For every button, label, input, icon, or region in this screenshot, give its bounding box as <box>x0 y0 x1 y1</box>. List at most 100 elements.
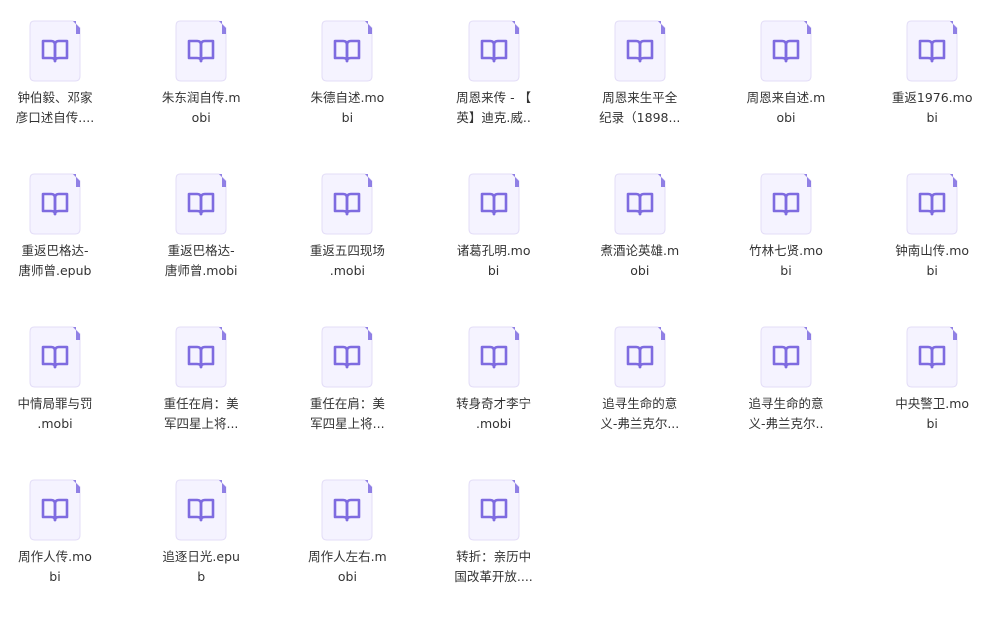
file-name: 竹林七贤.mo bi <box>736 241 836 281</box>
file-name-line-2: 军四星上将... <box>163 416 239 431</box>
file-name-line-2: 英】迪克.威.. <box>456 110 531 125</box>
file-name-line-1: 转身奇才李宁 <box>456 396 532 411</box>
file-name-line-1: 追寻生命的意 <box>748 396 824 411</box>
file-item-20[interactable]: 追寻生命的意 义-弗兰克尔.. <box>731 306 841 446</box>
ebook-file-icon <box>760 173 812 235</box>
ebook-file-icon <box>906 173 958 235</box>
ebook-file-icon <box>29 20 81 82</box>
file-name-line-1: 竹林七贤.mo <box>749 243 823 258</box>
file-name-line-2: .mobi <box>475 416 512 431</box>
file-item-5[interactable]: 周恩来生平全 纪录（1898... <box>585 0 695 140</box>
ebook-file-icon <box>468 20 520 82</box>
file-name-line-1: 重返五四现场 <box>309 243 385 258</box>
file-name-line-1: 追寻生命的意 <box>602 396 678 411</box>
file-name: 煮酒论英雄.m obi <box>590 241 690 281</box>
file-item-24[interactable]: 周作人左右.m obi <box>292 459 402 599</box>
file-name-line-1: 周恩来生平全 <box>602 90 678 105</box>
file-item-22[interactable]: 周作人传.mo bi <box>0 459 110 599</box>
file-item-9[interactable]: 重返巴格达- 唐师曾.mobi <box>146 153 256 293</box>
file-item-21[interactable]: 中央警卫.mo bi <box>877 306 987 446</box>
ebook-file-icon <box>175 20 227 82</box>
file-name-line-1: 追逐日光.epu <box>162 549 240 564</box>
file-name-line-2: obi <box>630 263 650 278</box>
file-name-line-2: 义-弗兰克尔... <box>600 416 680 431</box>
file-item-17[interactable]: 重任在肩：美 军四星上将... <box>292 306 402 446</box>
file-item-2[interactable]: 朱东润自传.m obi <box>146 0 256 140</box>
ebook-file-icon <box>614 326 666 388</box>
file-name-line-1: 重返巴格达- <box>167 243 235 258</box>
file-item-16[interactable]: 重任在肩：美 军四星上将... <box>146 306 256 446</box>
file-name-line-1: 中央警卫.mo <box>895 396 970 411</box>
ebook-file-icon <box>321 173 373 235</box>
file-item-11[interactable]: 诸葛孔明.mo bi <box>439 153 549 293</box>
ebook-file-icon <box>175 173 227 235</box>
file-item-15[interactable]: 中情局罪与罚 .mobi <box>0 306 110 446</box>
file-name: 朱德自述.mo bi <box>297 88 397 128</box>
file-name: 追寻生命的意 义-弗兰克尔.. <box>736 394 836 434</box>
file-name: 中情局罪与罚 .mobi <box>5 394 105 434</box>
file-name: 周恩来传 - 【 英】迪克.威.. <box>444 88 544 128</box>
ebook-file-icon <box>468 326 520 388</box>
file-name-line-2: 义-弗兰克尔.. <box>748 416 824 431</box>
file-item-4[interactable]: 周恩来传 - 【 英】迪克.威.. <box>439 0 549 140</box>
file-name-line-2: bi <box>487 263 500 278</box>
file-item-12[interactable]: 煮酒论英雄.m obi <box>585 153 695 293</box>
file-name: 钟伯毅、邓家 彦口述自传.... <box>5 88 105 128</box>
file-name: 重返五四现场 .mobi <box>297 241 397 281</box>
file-name: 追逐日光.epu b <box>151 547 251 587</box>
file-item-1[interactable]: 钟伯毅、邓家 彦口述自传.... <box>0 0 110 140</box>
file-item-6[interactable]: 周恩来自述.m obi <box>731 0 841 140</box>
file-name: 重任在肩：美 军四星上将... <box>151 394 251 434</box>
file-name: 重任在肩：美 军四星上将... <box>297 394 397 434</box>
file-name: 周作人传.mo bi <box>5 547 105 587</box>
file-name-line-2: bi <box>926 110 938 125</box>
file-name-line-2: 纪录（1898... <box>599 110 681 125</box>
file-name-line-2: 军四星上将... <box>310 416 385 431</box>
file-item-7[interactable]: 重返1976.mo bi <box>877 0 987 140</box>
ebook-file-icon <box>321 326 373 388</box>
file-item-23[interactable]: 追逐日光.epu b <box>146 459 256 599</box>
file-name: 周作人左右.m obi <box>297 547 397 587</box>
ebook-file-icon <box>614 173 666 235</box>
file-item-8[interactable]: 重返巴格达- 唐师曾.epub <box>0 153 110 293</box>
file-name: 重返巴格达- 唐师曾.epub <box>5 241 105 281</box>
file-name-line-2: 唐师曾.epub <box>18 263 92 278</box>
file-name-line-1: 朱东润自传.m <box>161 90 241 105</box>
file-name-line-1: 重任在肩：美 <box>163 396 239 411</box>
file-name-line-1: 重返1976.mo <box>891 90 973 105</box>
file-name-line-2: 唐师曾.mobi <box>164 263 238 278</box>
file-name-line-1: 转折：亲历中 <box>456 549 532 564</box>
ebook-file-icon <box>29 326 81 388</box>
file-name-line-2: .mobi <box>329 263 365 278</box>
file-name-line-1: 周作人左右.m <box>308 549 387 564</box>
ebook-file-icon <box>760 326 812 388</box>
file-grid: 钟伯毅、邓家 彦口述自传.... 朱东润自传.m obi 朱德自述.mo bi … <box>0 0 995 637</box>
file-item-13[interactable]: 竹林七贤.mo bi <box>731 153 841 293</box>
ebook-file-icon <box>468 479 520 541</box>
file-name-line-2: bi <box>926 263 938 278</box>
file-name-line-2: obi <box>191 110 211 125</box>
file-name-line-1: 重任在肩：美 <box>309 396 385 411</box>
ebook-file-icon <box>321 479 373 541</box>
file-name: 朱东润自传.m obi <box>151 88 251 128</box>
file-item-25[interactable]: 转折：亲历中 国改革开放.... <box>439 459 549 599</box>
file-item-3[interactable]: 朱德自述.mo bi <box>292 0 402 140</box>
file-name-line-2: bi <box>341 110 354 125</box>
file-name-line-2: b <box>197 569 206 584</box>
file-item-19[interactable]: 追寻生命的意 义-弗兰克尔... <box>585 306 695 446</box>
file-name-line-1: 煮酒论英雄.m <box>600 243 680 258</box>
file-name: 转身奇才李宁 .mobi <box>444 394 544 434</box>
file-name: 重返1976.mo bi <box>882 88 982 128</box>
file-item-10[interactable]: 重返五四现场 .mobi <box>292 153 402 293</box>
file-item-14[interactable]: 钟南山传.mo bi <box>877 153 987 293</box>
file-name-line-2: obi <box>776 110 796 125</box>
file-item-18[interactable]: 转身奇才李宁 .mobi <box>439 306 549 446</box>
file-name-line-1: 钟伯毅、邓家 <box>17 90 93 105</box>
file-name-line-1: 中情局罪与罚 <box>17 396 93 411</box>
file-name: 钟南山传.mo bi <box>882 241 982 281</box>
ebook-file-icon <box>29 479 81 541</box>
file-name-line-2: bi <box>49 569 61 584</box>
file-name-line-2: .mobi <box>37 416 73 431</box>
ebook-file-icon <box>175 479 227 541</box>
file-name-line-2: 国改革开放.... <box>454 569 533 584</box>
